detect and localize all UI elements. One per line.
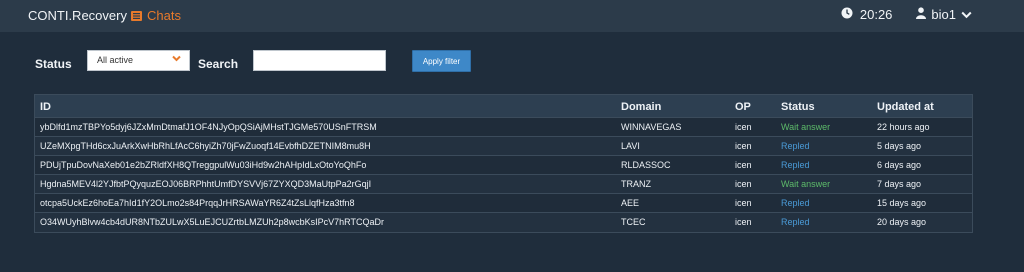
status-cell: Repled <box>781 160 810 170</box>
domain-cell: TRANZ <box>621 179 651 189</box>
nav-chats-link[interactable]: Chats <box>131 8 181 23</box>
time-display: 20:26 <box>859 7 893 22</box>
updated-cell: 6 days ago <box>877 160 922 170</box>
operator-cell: icen <box>735 122 752 132</box>
status-cell: Repled <box>781 198 810 208</box>
operator-cell: icen <box>735 141 752 151</box>
clock: 20:26 <box>841 7 893 22</box>
operator-cell: icen <box>735 217 752 227</box>
table-body: ybDlfd1mzTBPYo5dyj6JZxMmDtmafJ1OF4NJyOpQ… <box>35 118 972 232</box>
domain-cell: RLDASSOC <box>621 160 671 170</box>
chat-id-link[interactable]: ybDlfd1mzTBPYo5dyj6JZxMmDtmafJ1OF4NJyOpQ… <box>40 122 377 132</box>
status-label: Status <box>35 57 72 71</box>
operator-cell: icen <box>735 198 752 208</box>
column-header-domain[interactable]: Domain <box>621 101 661 113</box>
updated-cell: 5 days ago <box>877 141 922 151</box>
brand-link[interactable]: CONTI.Recovery <box>28 8 127 23</box>
table-header: ID Domain OP Status Updated at <box>35 95 972 118</box>
chevron-down-icon <box>172 54 181 64</box>
operator-cell: icen <box>735 160 752 170</box>
table-row[interactable]: PDUjTpuDovNaXeb01e2bZRldfXH8QTreggpulWu0… <box>35 156 972 175</box>
updated-cell: 7 days ago <box>877 179 922 189</box>
updated-cell: 22 hours ago <box>877 122 930 132</box>
chat-id-link[interactable]: UZeMXpgTHd6cxJuArkXwHbRhLfAcC6hyiZh70jFw… <box>40 141 371 151</box>
status-cell: Repled <box>781 141 810 151</box>
table-row[interactable]: UZeMXpgTHd6cxJuArkXwHbRhLfAcC6hyiZh70jFw… <box>35 137 972 156</box>
column-header-status[interactable]: Status <box>781 101 815 113</box>
table-row[interactable]: ybDlfd1mzTBPYo5dyj6JZxMmDtmafJ1OF4NJyOpQ… <box>35 118 972 137</box>
domain-cell: AEE <box>621 198 640 208</box>
domain-cell: TCEC <box>621 217 646 227</box>
nav-chats-label: Chats <box>147 8 181 23</box>
chat-id-link[interactable]: O34WUyhBlvw4cb4dUR8NTbZULwX5LuEJCUZrtbLM… <box>40 217 384 227</box>
chats-table: ID Domain OP Status Updated at ybDlfd1mz… <box>34 94 973 233</box>
user-icon <box>916 7 927 22</box>
table-row[interactable]: otcpa5UckEz6hoEa7hId1fY2OLmo2s84PrqqJrHR… <box>35 194 972 213</box>
chat-id-link[interactable]: Hgdna5MEV4l2YJfbtPQyquzEOJ06BRPhhtUmfDYS… <box>40 179 371 189</box>
column-header-updated[interactable]: Updated at <box>877 101 934 113</box>
search-label: Search <box>198 57 239 71</box>
table-row[interactable]: Hgdna5MEV4l2YJfbtPQyquzEOJ06BRPhhtUmfDYS… <box>35 175 972 194</box>
column-header-id[interactable]: ID <box>40 101 51 113</box>
apply-filter-button[interactable]: Apply filter <box>412 50 471 72</box>
status-cell: Wait answer <box>781 122 831 132</box>
filter-bar: Status All active Search Apply filter <box>35 50 1024 74</box>
status-select[interactable]: All active <box>87 50 190 71</box>
search-input[interactable] <box>253 50 386 71</box>
column-header-op[interactable]: OP <box>735 101 751 113</box>
status-cell: Repled <box>781 217 810 227</box>
table-row[interactable]: O34WUyhBlvw4cb4dUR8NTbZULwX5LuEJCUZrtbLM… <box>35 213 972 232</box>
operator-cell: icen <box>735 179 752 189</box>
updated-cell: 20 days ago <box>877 217 927 227</box>
status-select-value: All active <box>97 55 134 65</box>
chevron-down-icon <box>961 7 972 22</box>
top-navbar: CONTI.Recovery Chats 20:26 bio1 <box>0 0 1024 32</box>
chat-id-link[interactable]: PDUjTpuDovNaXeb01e2bZRldfXH8QTreggpulWu0… <box>40 160 366 170</box>
chat-id-link[interactable]: otcpa5UckEz6hoEa7hId1fY2OLmo2s84PrqqJrHR… <box>40 198 355 208</box>
user-menu[interactable]: bio1 <box>916 7 972 22</box>
domain-cell: WINNAVEGAS <box>621 122 682 132</box>
status-cell: Wait answer <box>781 179 831 189</box>
clock-icon <box>841 7 853 22</box>
domain-cell: LAVI <box>621 141 640 151</box>
username: bio1 <box>931 7 956 22</box>
list-icon <box>131 10 142 21</box>
updated-cell: 15 days ago <box>877 198 927 208</box>
